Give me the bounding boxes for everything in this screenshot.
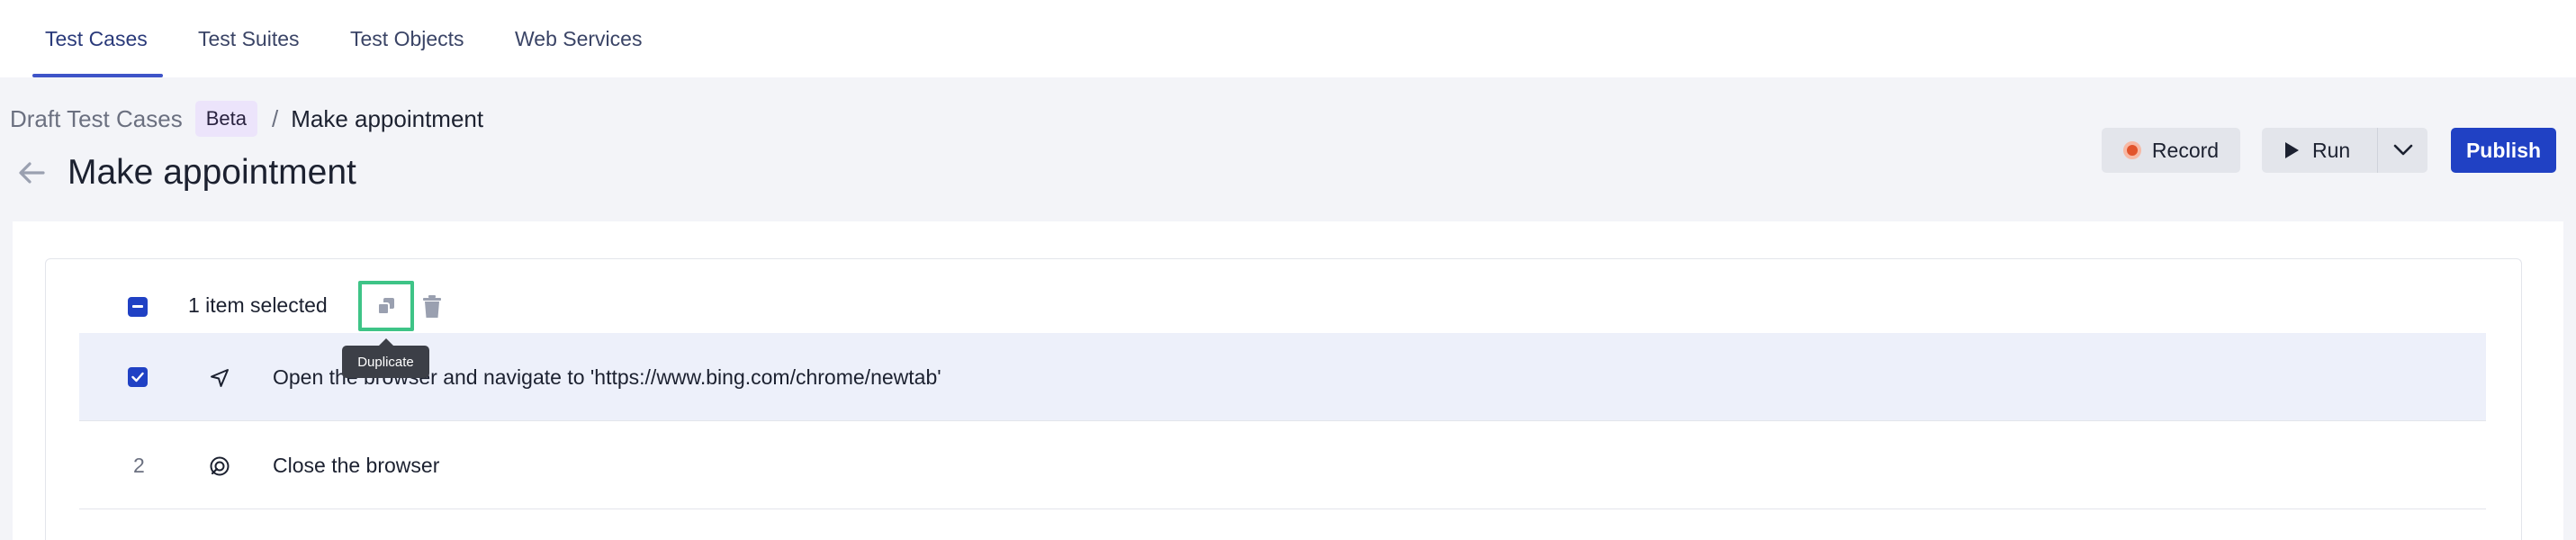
select-all-checkbox[interactable] [128,297,148,317]
back-arrow-icon[interactable] [16,158,47,188]
tab-test-suites[interactable]: Test Suites [198,0,300,77]
active-tab-indicator [32,74,163,77]
record-button[interactable]: Record [2102,128,2240,173]
breadcrumb-separator: / [271,104,279,132]
tab-test-objects[interactable]: Test Objects [350,0,464,77]
beta-badge: Beta [194,101,257,137]
tab-test-cases[interactable]: Test Cases [45,0,148,77]
chevron-down-icon [2393,144,2412,156]
breadcrumb: Draft Test Cases Beta / Make appointment [10,101,483,137]
run-button[interactable]: Run [2262,128,2377,173]
publish-button[interactable]: Publish [2451,128,2556,173]
checkmark-icon [131,372,144,382]
step-row[interactable]: Open the browser and navigate to 'https:… [79,333,2486,421]
minus-icon [132,305,143,308]
record-icon [2122,141,2141,159]
selection-count: 1 item selected [188,293,328,317]
close-browser-icon [209,455,230,477]
step-checkbox[interactable] [128,367,148,387]
top-tab-bar: Test Cases Test Suites Test Objects Web … [0,0,2576,77]
run-options-button[interactable] [2378,128,2427,173]
navigate-icon [209,367,230,389]
record-label: Record [2151,138,2220,162]
delete-icon[interactable] [422,295,442,319]
run-button-group: Run [2262,128,2427,173]
step-text: Close the browser [273,453,440,477]
play-icon [2285,142,2299,158]
duplicate-tooltip: Duplicate [342,346,429,378]
breadcrumb-current: Make appointment [291,104,484,132]
breadcrumb-draft-test-cases[interactable]: Draft Test Cases [10,105,183,133]
duplicate-button[interactable] [358,281,414,331]
tooltip-arrow [379,338,393,346]
duplicate-icon [377,298,394,315]
step-number: 2 [133,453,145,477]
step-row[interactable]: 2 Close the browser [79,421,2486,509]
run-label: Run [2312,138,2351,162]
page-title: Make appointment [68,153,356,192]
tab-web-services[interactable]: Web Services [515,0,642,77]
